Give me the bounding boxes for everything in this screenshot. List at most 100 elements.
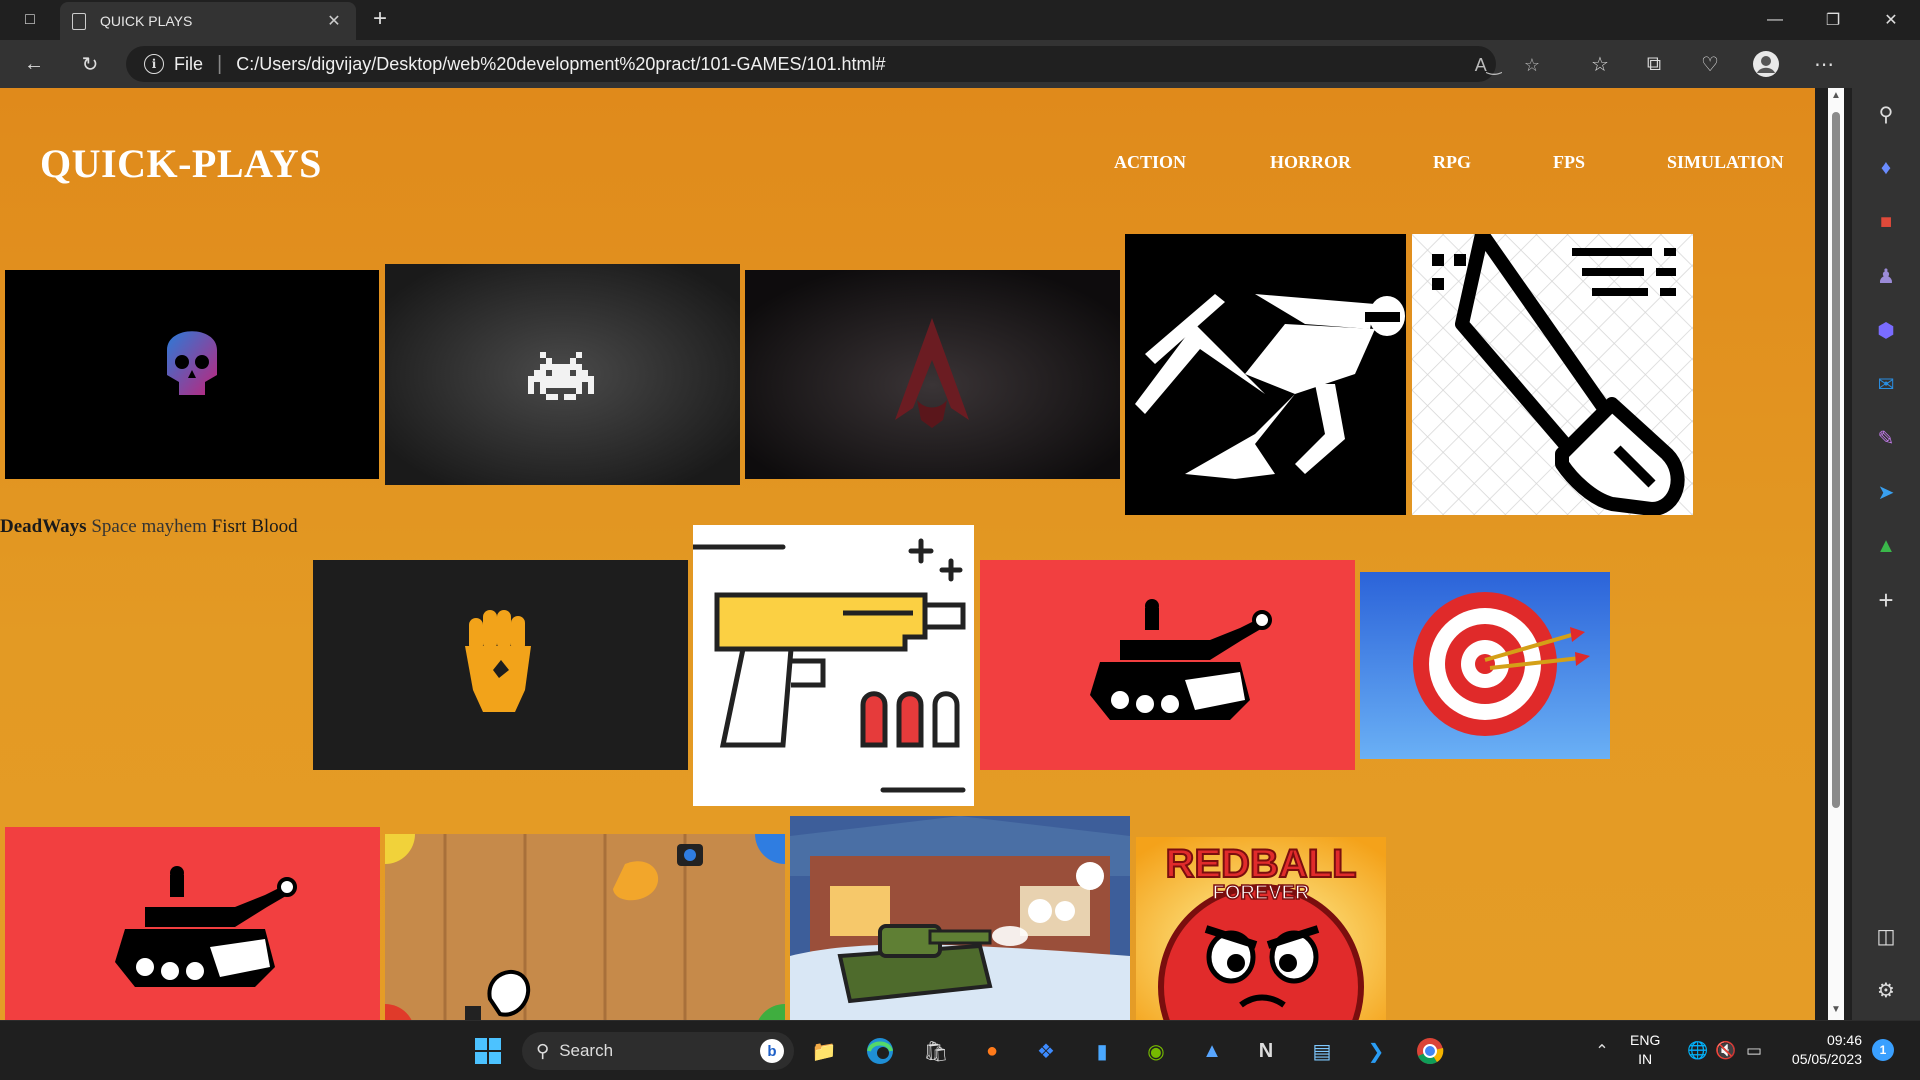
language-indicator[interactable]: ENG IN: [1630, 1031, 1660, 1069]
taskbar-search[interactable]: ⚲ Search b: [522, 1032, 794, 1070]
hide-sidebar-icon[interactable]: ◫: [1872, 922, 1900, 950]
caption-deadways[interactable]: DeadWays: [0, 516, 87, 537]
nav-rpg[interactable]: RPG: [1433, 152, 1471, 173]
game-tile-assassin[interactable]: [745, 270, 1120, 479]
firefox-icon[interactable]: ●: [976, 1035, 1008, 1067]
address-separator: |: [217, 52, 223, 75]
info-icon[interactable]: i: [144, 54, 164, 74]
shopping-tag-icon[interactable]: ♦: [1872, 154, 1900, 182]
nav-simulation[interactable]: SIMULATION: [1667, 152, 1784, 173]
redball-title: REDBALL: [1165, 842, 1356, 886]
sidebar-search-icon[interactable]: ⚲: [1872, 100, 1900, 128]
address-bar[interactable]: i File | C:/Users/digvijay/Desktop/web%2…: [126, 46, 1540, 82]
edge-taskbar-icon[interactable]: [864, 1035, 896, 1067]
game-tile-skull[interactable]: [5, 270, 379, 479]
raised-fist-icon: [313, 560, 688, 770]
lang-bottom: IN: [1638, 1051, 1653, 1067]
minimize-button[interactable]: —: [1752, 0, 1798, 40]
game-tile-space-invader[interactable]: [385, 264, 740, 485]
tree-icon[interactable]: ▲: [1872, 532, 1900, 560]
profile-avatar-icon[interactable]: [1752, 50, 1780, 78]
pistol-icon: [693, 525, 974, 806]
close-window-button[interactable]: ✕: [1868, 0, 1914, 40]
game-tile-sword-fist[interactable]: [1412, 234, 1693, 515]
nvidia-icon[interactable]: ◉: [1140, 1035, 1172, 1067]
tab-actions-icon[interactable]: □: [18, 8, 42, 32]
web-page: QUICK-PLAYS ACTION HORROR RPG FPS SIMULA…: [0, 88, 1815, 1020]
url-text[interactable]: C:/Users/digvijay/Desktop/web%20developm…: [236, 54, 885, 75]
tools-icon[interactable]: ■: [1872, 208, 1900, 236]
browser-window: □ QUICK PLAYS ✕ + — ❐ ✕ ← ↻ i File | C:/…: [0, 0, 1920, 1080]
game-tile-red-ball[interactable]: REDBALL FOREVER: [1136, 837, 1386, 1020]
bitdefender-icon[interactable]: ▮: [1086, 1035, 1118, 1067]
game-tile-tank-2[interactable]: [5, 827, 380, 1020]
title-bar: □ QUICK PLAYS ✕ + — ❐ ✕: [0, 0, 1920, 40]
add-favorite-icon[interactable]: ☆: [1520, 53, 1544, 77]
tab-quick-plays[interactable]: QUICK PLAYS ✕: [60, 2, 356, 40]
redball-subtitle: FOREVER: [1213, 882, 1310, 904]
notion-icon[interactable]: N: [1250, 1035, 1282, 1067]
space-invader-icon: [385, 264, 740, 485]
read-aloud-icon[interactable]: A‿: [1475, 53, 1501, 77]
game-captions: DeadWays Space mayhem Fisrt Blood: [0, 516, 298, 538]
designer-icon[interactable]: ✎: [1872, 424, 1900, 452]
task-manager-icon[interactable]: ▤: [1306, 1035, 1338, 1067]
main-nav: ACTION HORROR RPG FPS SIMULATION: [0, 152, 1815, 182]
new-tab-button[interactable]: +: [366, 6, 394, 34]
game-tile-snow-tank[interactable]: [790, 816, 1130, 1020]
scroll-thumb[interactable]: [1832, 112, 1840, 808]
back-arrow-icon[interactable]: ←: [20, 50, 48, 78]
nav-action[interactable]: ACTION: [1114, 152, 1186, 173]
vscode-icon[interactable]: ❯: [1360, 1035, 1392, 1067]
running-ninja-icon: [1125, 234, 1406, 515]
clock-time: 09:46: [1826, 1032, 1862, 1048]
notification-badge[interactable]: 1: [1872, 1039, 1894, 1061]
game-tile-ninja[interactable]: [1125, 234, 1406, 515]
add-sidebar-app-icon[interactable]: +: [1872, 585, 1900, 615]
microsoft-store-icon[interactable]: 🛍: [920, 1035, 952, 1067]
lang-top: ENG: [1630, 1032, 1661, 1048]
dropbox-icon[interactable]: ❖: [1030, 1035, 1062, 1067]
games-icon[interactable]: ♟: [1872, 262, 1900, 290]
tank-icon: [980, 560, 1355, 770]
caption-first-blood[interactable]: Fisrt Blood: [212, 516, 298, 537]
tank-icon-2: [5, 827, 380, 1020]
battery-icon[interactable]: ▭: [1738, 1035, 1770, 1067]
collections-icon[interactable]: ⧉: [1640, 50, 1668, 78]
more-options-icon[interactable]: ⋯: [1810, 50, 1838, 78]
browser-essentials-icon[interactable]: ♡: [1696, 50, 1724, 78]
outlook-icon[interactable]: ✉: [1872, 370, 1900, 398]
page-scrollbar[interactable]: ▲ ▼: [1828, 88, 1844, 1020]
file-explorer-icon[interactable]: 📁: [808, 1035, 840, 1067]
send-icon[interactable]: ➤: [1872, 478, 1900, 506]
scheme-label: File: [174, 53, 204, 74]
game-tile-target[interactable]: [1360, 572, 1610, 759]
sidebar-settings-gear-icon[interactable]: ⚙: [1872, 976, 1900, 1004]
game-tile-fist[interactable]: [313, 560, 688, 770]
edge-sidebar: ⚲ ♦ ■ ♟ ⬢ ✉ ✎ ➤ ▲ + ◫ ⚙: [1852, 40, 1920, 1020]
windows-start-icon[interactable]: [472, 1035, 504, 1067]
favorites-icon[interactable]: ☆: [1586, 50, 1614, 78]
caption-space-mayhem[interactable]: Space mayhem: [91, 516, 207, 537]
game-tile-wood-board[interactable]: [385, 834, 785, 1020]
restore-button[interactable]: ❐: [1810, 0, 1856, 40]
bing-search-icon: b: [760, 1039, 784, 1063]
refresh-icon[interactable]: ↻: [76, 50, 104, 78]
game-tile-tank[interactable]: [980, 560, 1355, 770]
assassin-crest-icon: [745, 270, 1120, 479]
scroll-down-arrow-icon[interactable]: ▼: [1828, 1004, 1844, 1018]
game-tile-pistol[interactable]: [693, 525, 974, 806]
page-icon: [72, 12, 86, 30]
clock[interactable]: 09:46 05/05/2023: [1786, 1031, 1862, 1069]
skull-logo-icon: [5, 270, 379, 479]
nav-fps[interactable]: FPS: [1553, 152, 1585, 173]
tray-overflow-chevron-icon[interactable]: ⌃: [1586, 1035, 1618, 1067]
wooden-board-icon: [385, 834, 785, 1020]
nav-horror[interactable]: HORROR: [1270, 152, 1351, 173]
scroll-up-arrow-icon[interactable]: ▲: [1828, 90, 1844, 104]
search-label: Search: [559, 1041, 614, 1060]
app-icon[interactable]: ▲: [1196, 1035, 1228, 1067]
microsoft-365-icon[interactable]: ⬢: [1872, 316, 1900, 344]
chrome-icon[interactable]: [1414, 1035, 1446, 1067]
close-tab-icon[interactable]: ✕: [324, 11, 344, 31]
